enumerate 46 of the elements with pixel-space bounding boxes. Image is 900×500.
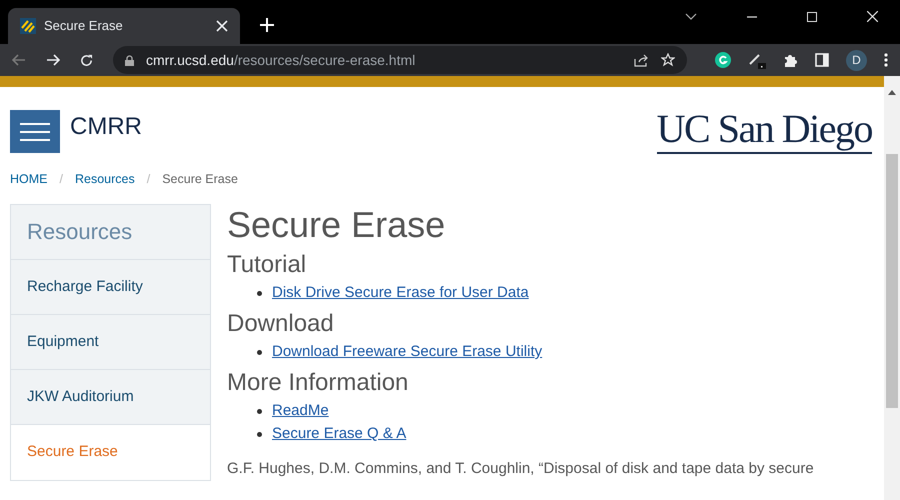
breadcrumb-separator: / <box>146 171 152 188</box>
lock-icon <box>125 54 134 66</box>
new-tab-icon[interactable] <box>260 18 274 32</box>
more-vertical-icon[interactable] <box>884 53 888 67</box>
citation-text: G.F. Hughes, D.M. Commins, and T. Coughlin, “Disposal of disk and tape data by secure <box>227 458 815 479</box>
site-name[interactable]: CMRR <box>70 108 142 144</box>
g-circle-icon[interactable] <box>715 52 731 68</box>
resource-link[interactable]: Secure Erase Q & A <box>272 423 406 446</box>
chevron-down-icon[interactable] <box>685 13 697 20</box>
browser-tab[interactable]: Secure Erase <box>8 8 240 44</box>
reload-icon[interactable] <box>80 54 93 66</box>
bullet-icon <box>257 432 262 437</box>
profile-avatar[interactable]: D <box>846 50 867 70</box>
breadcrumb-separator: / <box>58 171 64 188</box>
share-icon[interactable] <box>634 54 649 66</box>
scrollbar[interactable] <box>884 76 900 500</box>
maximize-icon[interactable] <box>807 12 817 22</box>
close-icon[interactable] <box>867 11 878 22</box>
bullet-icon <box>257 290 262 296</box>
section-heading: Tutorial <box>227 250 308 279</box>
tab-title: Secure Erase <box>44 17 124 36</box>
sidebar-panel-icon[interactable] <box>815 53 829 67</box>
back-arrow-icon[interactable] <box>12 54 26 66</box>
bullet-icon <box>257 350 262 355</box>
address-bar[interactable]: cmrr.ucsd.edu/resources/secure-erase.html <box>113 46 687 74</box>
star-icon[interactable] <box>661 53 675 67</box>
site-favicon-icon <box>20 18 36 34</box>
section-heading: More Information <box>227 368 410 397</box>
puzzle-icon[interactable] <box>783 52 798 68</box>
resource-link[interactable]: Disk Drive Secure Erase for User Data <box>272 282 529 304</box>
url-text: cmrr.ucsd.edu/resources/secure-erase.html <box>146 50 416 70</box>
breadcrumb-link[interactable]: Resources <box>74 170 135 189</box>
university-logo[interactable]: UC San Diego <box>656 108 872 154</box>
resource-link[interactable]: Download Freeware Secure Erase Utility <box>272 341 542 364</box>
bullet-icon <box>257 408 262 414</box>
breadcrumb-link[interactable]: HOME <box>10 170 48 189</box>
scroll-up-icon[interactable] <box>888 90 896 95</box>
breadcrumb-current: Secure Erase <box>162 171 238 188</box>
section-heading: Download <box>227 310 335 338</box>
forward-arrow-icon[interactable] <box>46 54 60 66</box>
minimize-icon[interactable] <box>747 16 757 18</box>
scrollbar-thumb[interactable] <box>886 154 898 408</box>
resource-link[interactable]: ReadMe <box>272 400 329 422</box>
close-icon[interactable] <box>216 20 228 32</box>
menu-button[interactable] <box>10 110 60 153</box>
page-title: Secure Erase <box>227 204 446 245</box>
